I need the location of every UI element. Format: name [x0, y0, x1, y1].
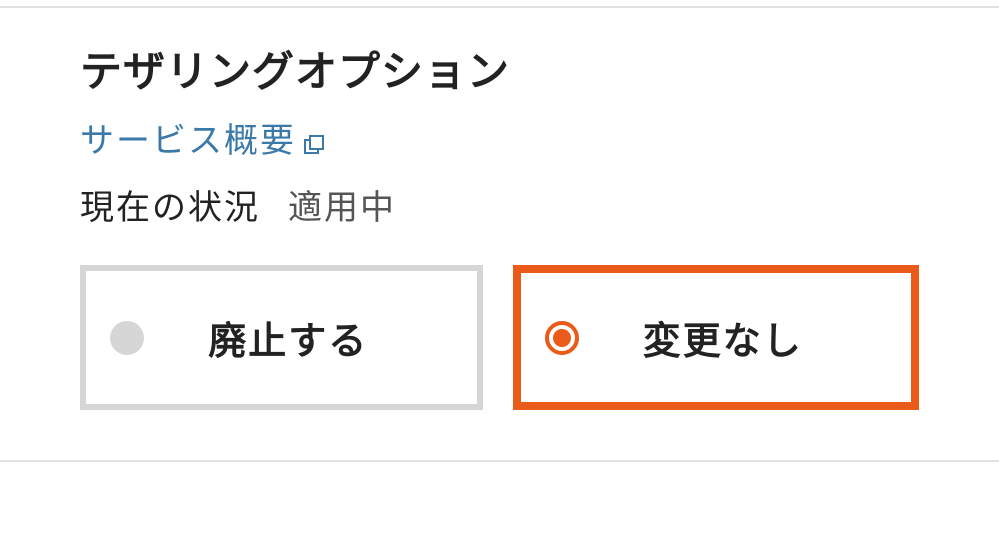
status-row: 現在の状況 適用中: [80, 180, 919, 229]
option-cancel-label: 廃止する: [154, 310, 453, 365]
option-cancel[interactable]: 廃止する: [80, 265, 483, 410]
section-title: テザリングオプション: [80, 38, 919, 99]
option-nochange[interactable]: 変更なし: [513, 265, 920, 410]
tethering-option-section: テザリングオプション サービス概要 現在の状況 適用中 廃止する 変更なし: [0, 6, 999, 462]
external-link-icon: [302, 128, 326, 152]
radio-selected-icon: [545, 321, 579, 355]
options-row: 廃止する 変更なし: [80, 265, 919, 410]
service-overview-link[interactable]: サービス概要: [80, 113, 326, 162]
status-label: 現在の状況: [80, 180, 260, 229]
radio-unselected-icon: [110, 321, 144, 355]
status-value: 適用中: [288, 180, 396, 229]
service-link-label: サービス概要: [80, 113, 296, 162]
option-nochange-label: 変更なし: [589, 310, 888, 365]
